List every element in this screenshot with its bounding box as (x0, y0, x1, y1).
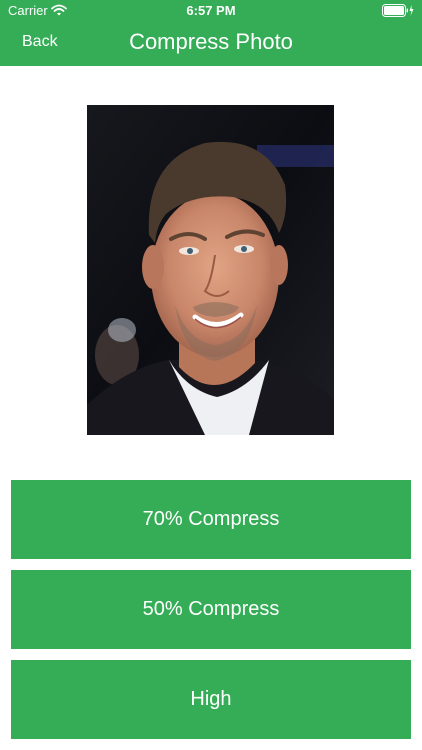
status-time: 6:57 PM (186, 3, 236, 18)
navigation-bar: Back Compress Photo (0, 22, 422, 66)
page-title: Compress Photo (129, 29, 293, 54)
compress-70-button[interactable]: 70% Compress (11, 480, 411, 559)
portrait-photo (87, 105, 334, 435)
compress-high-button[interactable]: High (11, 660, 411, 739)
compress-50-button[interactable]: 50% Compress (11, 570, 411, 649)
battery-charging-icon (382, 4, 414, 20)
status-bar: Carrier 6:57 PM (0, 0, 422, 22)
